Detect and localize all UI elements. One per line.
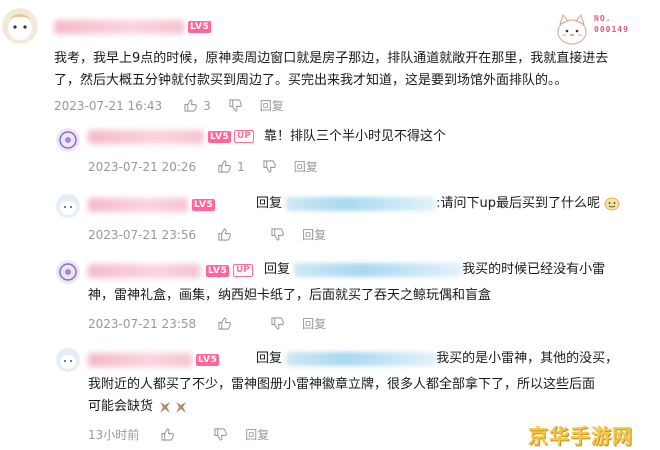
reply-text: 我买的是小雷神，其他的没买， [436,351,619,366]
reply-prefix: 回复 [264,262,291,277]
username[interactable] [88,130,204,144]
dislike-button[interactable] [214,428,228,441]
stamp-label: NO. [594,14,612,23]
like-button[interactable]: 1 [218,160,245,174]
reply-text: 可能会缺货 [88,399,154,414]
reply-meta: 13小时前 回复 [88,426,269,443]
like-button[interactable] [218,317,231,330]
thumbs-up-icon [161,428,175,441]
avatar[interactable] [56,348,80,372]
thumbs-down-icon [271,228,284,241]
like-button[interactable] [218,228,231,241]
thumbs-up-icon [218,317,231,330]
reply-button[interactable]: 回复 [302,226,326,243]
reply-text: :请问下up最后买到了什么呢 [436,196,601,211]
like-button[interactable] [161,428,175,441]
thumbs-up-icon [218,160,231,173]
level-badge: LV5 [208,131,232,143]
reply-prefix: 回复 [256,196,283,211]
mention-link[interactable] [294,262,463,277]
reply-content: 回复 :请问下up最后买到了什么呢 [256,193,646,215]
site-watermark: 京华手游网 [528,424,633,448]
reply-button[interactable]: 回复 [260,97,284,114]
thumbs-down-icon [229,99,242,112]
avatar[interactable] [56,128,80,152]
comment-content: 我考，我早上9点的时候，原神卖周边窗口就是房子那边，排队通道就敞开在那里，我就直… [54,51,609,88]
reply-button[interactable]: 回复 [294,158,318,175]
up-badge: UP [234,130,254,143]
comment-meta: 2023-07-21 16:43 3 回复 [54,97,284,114]
up-badge: UP [233,264,253,277]
reply-time: 2023-07-21 23:56 [88,227,197,242]
comment-time: 2023-07-21 16:43 [54,98,163,113]
level-badge: LV5 [196,354,220,366]
dislike-button[interactable] [271,228,284,241]
thumbs-up-icon [218,228,231,241]
level-badge: LV5 [188,21,212,33]
avatar[interactable] [2,8,38,44]
cat-sticker-icon [557,13,587,45]
reply-button[interactable]: 回复 [302,315,326,332]
avatar[interactable] [56,260,80,284]
mention-link[interactable] [286,351,437,366]
reply-time: 2023-07-21 23:58 [88,316,197,331]
avatar[interactable] [56,194,80,218]
level-badge: LV5 [206,265,230,277]
username[interactable] [88,264,200,278]
reply-time: 13小时前 [88,428,140,442]
reply-prefix: 回复 [256,351,283,366]
username[interactable] [54,20,184,34]
username[interactable] [88,198,188,212]
level-badge: LV5 [192,199,216,211]
dislike-button[interactable] [271,317,284,330]
reply-time: 2023-07-21 20:26 [88,159,197,174]
reply-meta: 2023-07-21 20:26 1 回复 [88,158,318,175]
like-count: 1 [237,159,245,174]
dislike-button[interactable] [229,99,242,112]
username[interactable] [88,353,192,367]
reply-content: 回复 我买的时候已经没有小雷 [264,259,654,281]
reply-content: 回复 我买的是小雷神，其他的没买， [256,348,656,370]
reply-meta: 2023-07-21 23:56 回复 [88,226,326,243]
like-count: 3 [203,98,211,113]
reply-content-continued: 神，雷神礼盒，画集，纳西妲卡纸了，后面就买了吞天之鲸玩偶和盲盒 [88,288,492,303]
thumbs-up-icon [184,99,197,112]
reply-content: 靠！排队三个半小时见不得这个 [264,129,447,144]
decoration-card: NO. 000149 [554,6,650,52]
like-button[interactable]: 3 [184,99,211,113]
reply-content-continued: 我附近的人都买了不少，雷神图册小雷神徽章立牌，很多人都全部拿下了，所以这些后面 [88,377,596,392]
emoji-icon [160,401,187,413]
emoji-icon [604,197,620,210]
reply-text: 我买的时候已经没有小雷 [462,262,606,277]
thumbs-down-icon [214,428,228,441]
reply-button[interactable]: 回复 [245,426,269,443]
reply-meta: 2023-07-21 23:58 回复 [88,315,326,332]
thumbs-down-icon [263,160,276,173]
mention-link[interactable] [286,196,437,211]
reply-content-continued: 可能会缺货 [88,396,388,418]
stamp-number: 000149 [594,25,629,34]
dislike-button[interactable] [263,160,276,173]
thumbs-down-icon [271,317,284,330]
